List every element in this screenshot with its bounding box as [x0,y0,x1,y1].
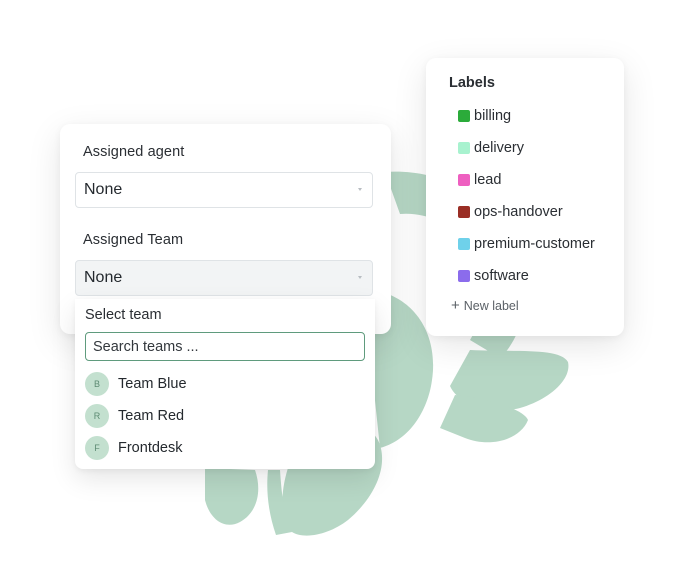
avatar: F [85,436,109,460]
assigned-agent-label: Assigned agent [83,144,185,160]
new-label-text: New label [463,298,519,313]
label-color-swatch [458,270,470,282]
assigned-team-value: None [84,269,123,286]
label-item[interactable]: billing [458,106,511,126]
label-name: software [474,268,529,284]
dropdown-title: Select team [85,307,162,323]
label-color-swatch [458,110,470,122]
team-name: Team Blue [118,376,187,392]
chevron-down-icon [358,276,362,279]
team-option[interactable]: B Team Blue [85,372,355,396]
assigned-agent-select[interactable]: None [75,172,373,208]
team-name: Frontdesk [118,440,183,456]
new-label-button[interactable]: + New label [451,298,519,313]
label-color-swatch [458,206,470,218]
labels-title: Labels [449,75,495,91]
team-dropdown: Select team B Team Blue R Team Red F Fro… [75,299,375,469]
team-name: Team Red [118,408,185,424]
assigned-agent-value: None [84,181,123,198]
chevron-down-icon [358,188,362,191]
label-item[interactable]: delivery [458,138,524,158]
label-item[interactable]: premium-customer [458,234,595,254]
label-color-swatch [458,174,470,186]
assigned-team-select[interactable]: None [75,260,373,296]
team-option[interactable]: R Team Red [85,404,355,428]
label-name: lead [474,172,502,188]
team-option[interactable]: F Frontdesk [85,436,355,460]
label-name: delivery [474,140,524,156]
label-color-swatch [458,238,470,250]
plus-icon: + [451,297,460,314]
label-item[interactable]: ops-handover [458,202,563,222]
label-item[interactable]: software [458,266,529,286]
assigned-team-label: Assigned Team [83,232,184,248]
search-teams-input[interactable] [85,332,365,361]
label-name: premium-customer [474,236,595,252]
avatar: R [85,404,109,428]
labels-card: Labels billing delivery lead ops-handove… [426,58,624,336]
label-item[interactable]: lead [458,170,501,190]
label-name: ops-handover [474,204,563,220]
label-name: billing [474,108,512,124]
label-color-swatch [458,142,470,154]
avatar: B [85,372,109,396]
